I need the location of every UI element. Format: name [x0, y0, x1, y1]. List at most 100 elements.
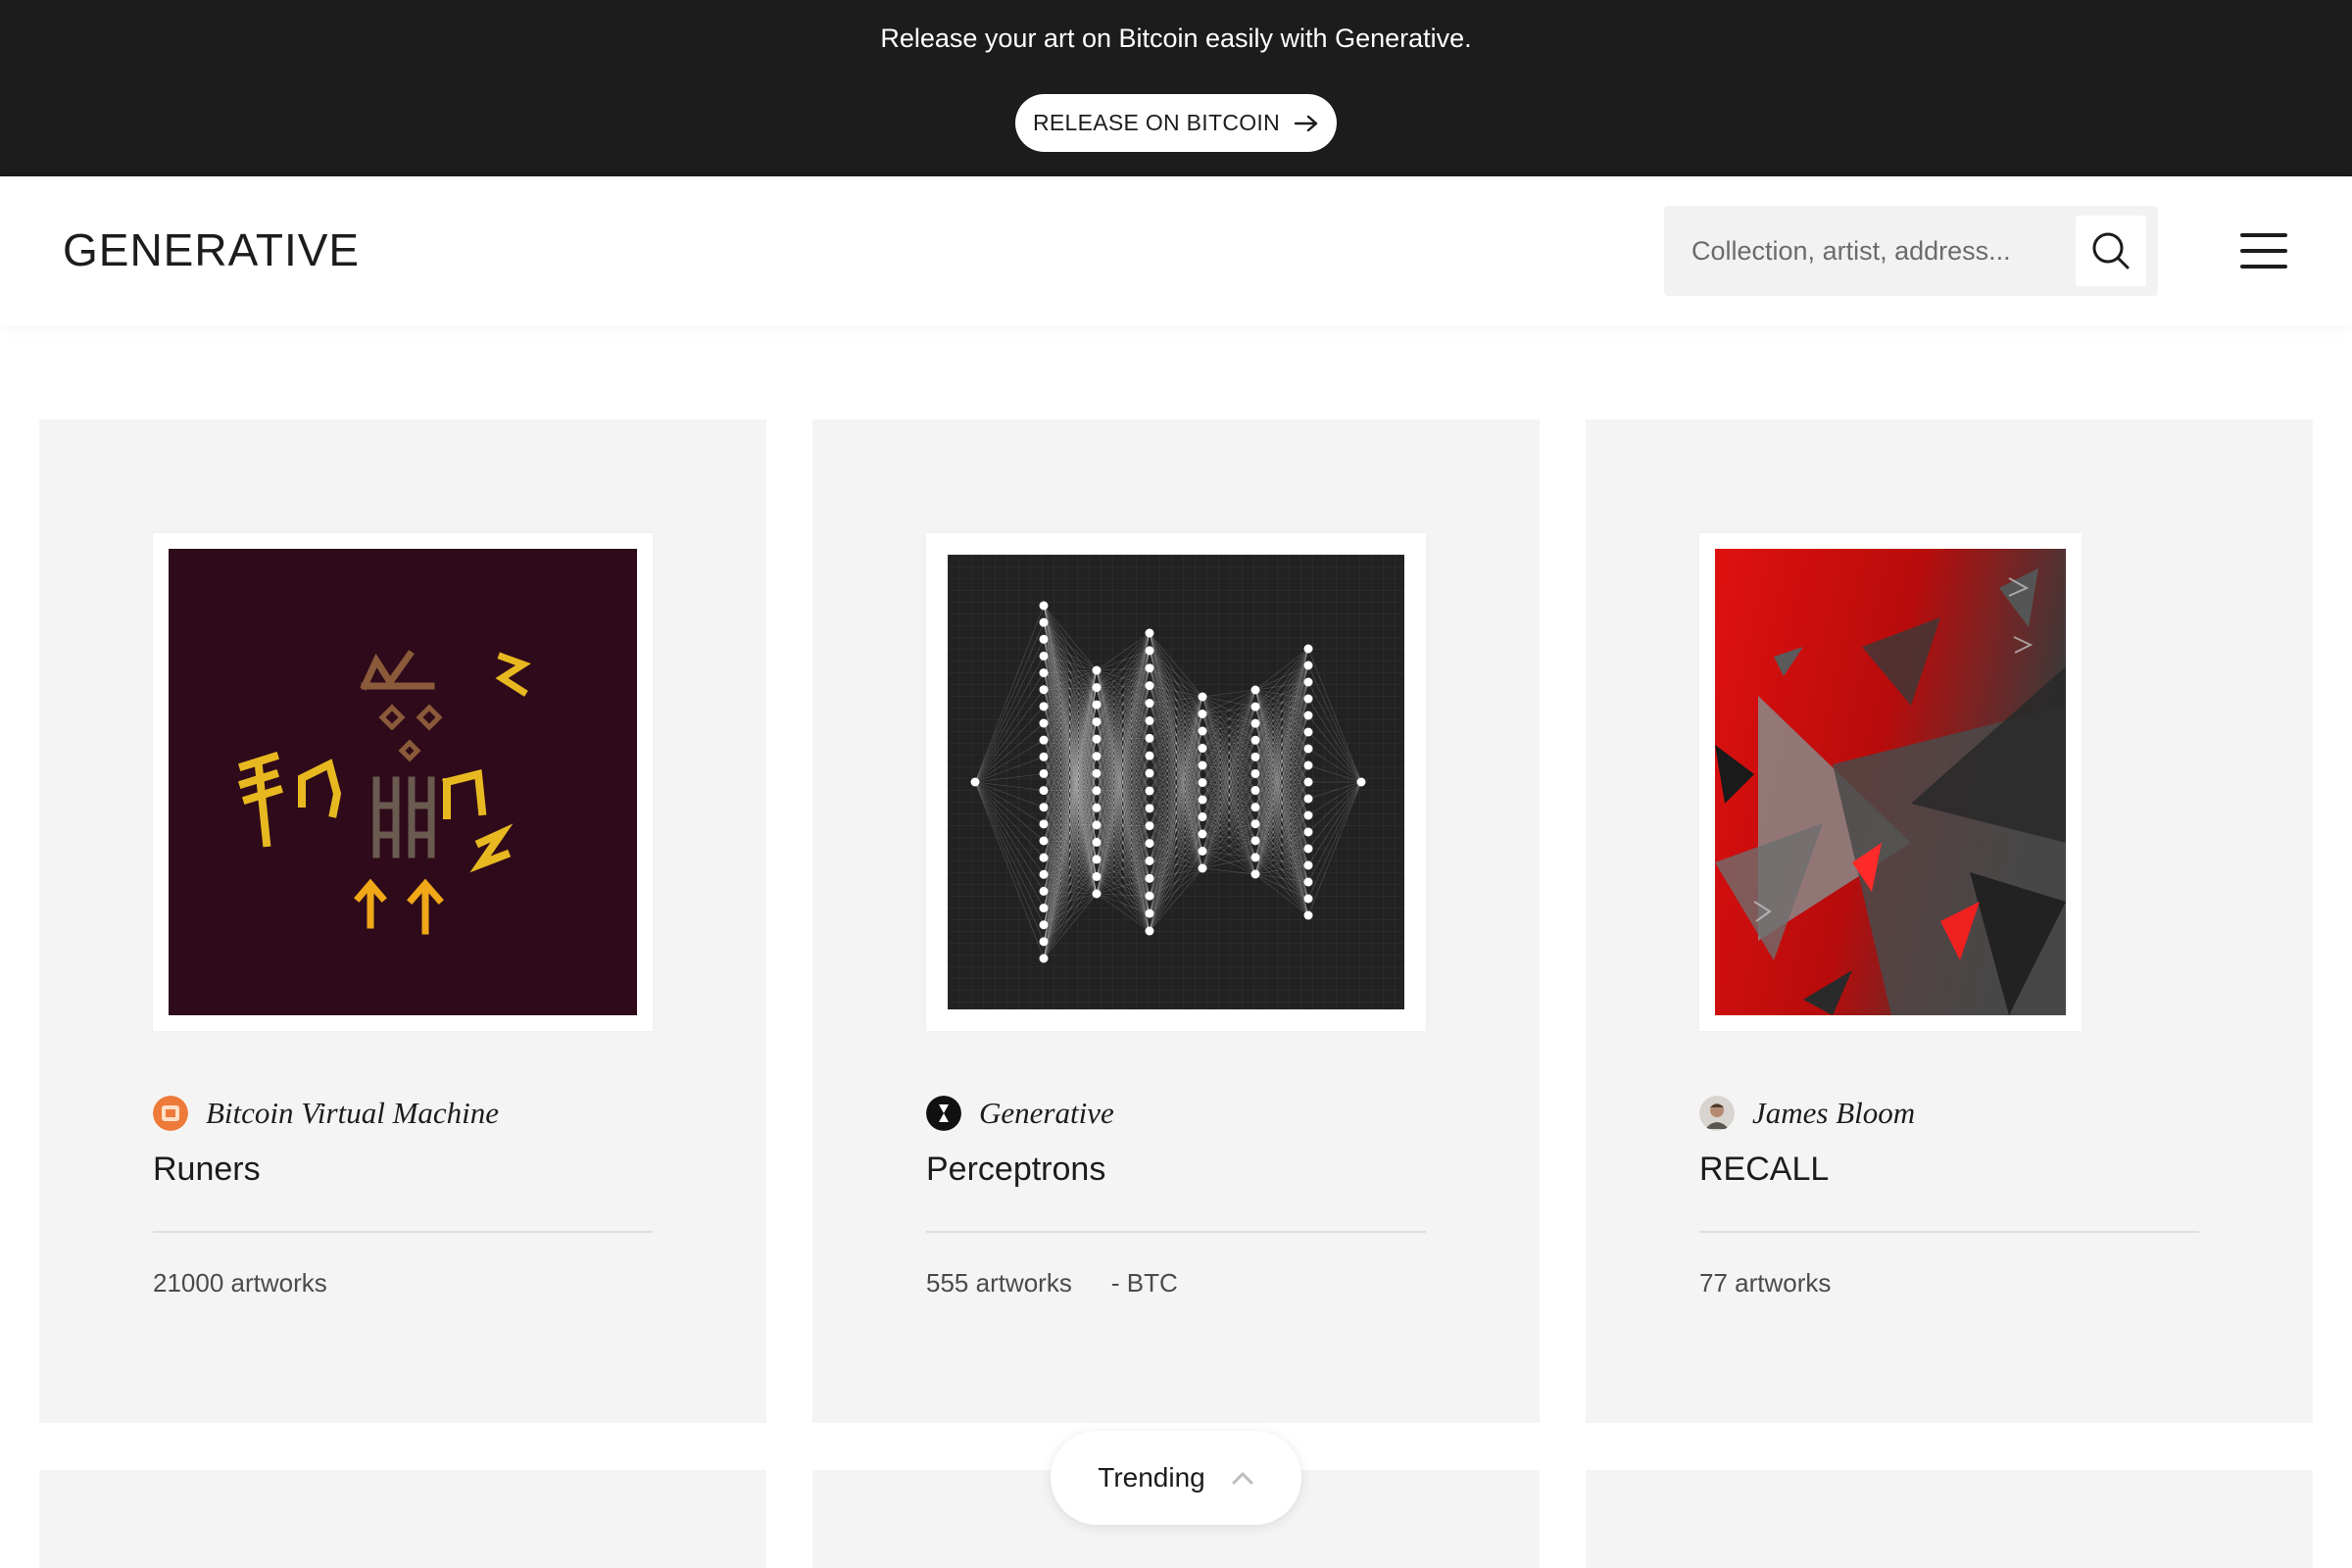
- network-node: [1039, 920, 1049, 930]
- network-node: [1145, 699, 1154, 709]
- artist-avatar: [153, 1096, 188, 1131]
- network-node: [1198, 829, 1207, 839]
- network-node: [1145, 839, 1154, 849]
- network-node: [1145, 646, 1154, 656]
- network-node: [1250, 853, 1260, 862]
- network-node: [1039, 768, 1049, 778]
- artist-avatar: [1699, 1096, 1735, 1131]
- network-node: [1039, 735, 1049, 745]
- collection-card[interactable]: Bitcoin Virtual Machine Runers 21000 art…: [39, 419, 766, 1423]
- network-node: [1145, 628, 1154, 638]
- network-node: [1039, 634, 1049, 644]
- network-node: [1303, 794, 1313, 804]
- network-node: [1145, 873, 1154, 883]
- network-node: [1250, 752, 1260, 761]
- logo[interactable]: GENERATIVE: [63, 223, 360, 276]
- network-node: [1303, 727, 1313, 737]
- artist-row[interactable]: Bitcoin Virtual Machine: [153, 1096, 499, 1131]
- network-node: [1198, 692, 1207, 702]
- network-node: [1250, 685, 1260, 695]
- network-node: [1092, 855, 1102, 864]
- network-node: [1039, 786, 1049, 796]
- artist-name: Generative: [979, 1096, 1114, 1130]
- network-node: [1356, 777, 1366, 787]
- artworks-count: 21000 artworks: [153, 1268, 327, 1298]
- network-node: [1198, 863, 1207, 873]
- artwork-thumbnail[interactable]: [1715, 549, 2066, 1015]
- network-node: [1039, 702, 1049, 711]
- network-node: [1303, 827, 1313, 837]
- network-node: [1092, 837, 1102, 847]
- chevron-up-icon: [1232, 1472, 1253, 1485]
- network-node: [1198, 760, 1207, 770]
- network-node: [1092, 768, 1102, 778]
- network-node: [1303, 860, 1313, 870]
- collection-meta: 77 artworks: [1699, 1268, 1831, 1298]
- network-node: [1198, 812, 1207, 821]
- artist-row[interactable]: James Bloom: [1699, 1096, 1915, 1131]
- search-box: [1664, 206, 2158, 296]
- network-node: [1303, 644, 1313, 654]
- network-node: [970, 777, 980, 787]
- network-node: [1092, 803, 1102, 812]
- network-node: [1303, 661, 1313, 670]
- network-node: [1250, 718, 1260, 728]
- sort-dropdown[interactable]: Trending: [1051, 1431, 1301, 1525]
- network-node: [1039, 937, 1049, 947]
- network-node: [1250, 768, 1260, 778]
- search-button[interactable]: [2076, 216, 2146, 286]
- collection-title[interactable]: RECALL: [1699, 1151, 1829, 1189]
- collection-meta: 21000 artworks: [153, 1268, 327, 1298]
- artworks-count: 555 artworks: [926, 1268, 1072, 1298]
- network-node: [1039, 836, 1049, 846]
- release-on-bitcoin-button[interactable]: RELEASE ON BITCOIN: [1015, 94, 1337, 152]
- collection-card[interactable]: Generative Perceptrons 555 artworks - BT…: [812, 419, 1540, 1423]
- collection-card[interactable]: [39, 1470, 766, 1568]
- artist-row[interactable]: Generative: [926, 1096, 1114, 1131]
- divider: [153, 1231, 653, 1233]
- network-node: [1092, 717, 1102, 727]
- network-node: [1145, 926, 1154, 936]
- network-node: [1039, 752, 1049, 761]
- network-node: [1250, 702, 1260, 711]
- artworks-count: 77 artworks: [1699, 1268, 1832, 1298]
- artwork-thumbnail[interactable]: [948, 555, 1404, 1009]
- network-node: [1145, 908, 1154, 918]
- search-input[interactable]: [1664, 206, 2076, 296]
- promo-banner: Release your art on Bitcoin easily with …: [0, 0, 2352, 176]
- network-node: [1303, 777, 1313, 787]
- collection-title[interactable]: Perceptrons: [926, 1151, 1105, 1189]
- network-node: [1250, 735, 1260, 745]
- hamburger-menu-icon[interactable]: [2240, 227, 2287, 274]
- network-node: [1039, 904, 1049, 913]
- network-node: [1092, 700, 1102, 710]
- network-node: [1145, 786, 1154, 796]
- collection-card[interactable]: James Bloom RECALL 77 artworks: [1586, 419, 2313, 1423]
- network-node: [1198, 710, 1207, 718]
- network-node: [1092, 752, 1102, 761]
- network-node: [1092, 683, 1102, 693]
- artwork-frame: [153, 533, 653, 1031]
- network-node: [1039, 668, 1049, 678]
- network-node: [1303, 694, 1313, 704]
- network-node: [1198, 744, 1207, 753]
- network-node: [1145, 891, 1154, 901]
- search-icon: [2092, 232, 2130, 270]
- network-node: [1145, 856, 1154, 865]
- collection-card[interactable]: [1586, 1470, 2313, 1568]
- network-node: [1039, 617, 1049, 627]
- network-node: [1198, 726, 1207, 736]
- network-node: [1039, 601, 1049, 611]
- collection-title[interactable]: Runers: [153, 1151, 261, 1189]
- network-node: [1039, 954, 1049, 963]
- network-node: [1145, 821, 1154, 831]
- network-node: [1092, 871, 1102, 881]
- network-node: [1198, 795, 1207, 805]
- artwork-thumbnail[interactable]: [169, 549, 637, 1015]
- network-node: [1250, 869, 1260, 879]
- perceptrons-artwork: [948, 555, 1404, 1009]
- network-node: [1039, 685, 1049, 695]
- arrow-right-icon: [1294, 115, 1318, 131]
- artwork-frame: [1699, 533, 2082, 1031]
- collection-meta: 555 artworks - BTC: [926, 1268, 1178, 1298]
